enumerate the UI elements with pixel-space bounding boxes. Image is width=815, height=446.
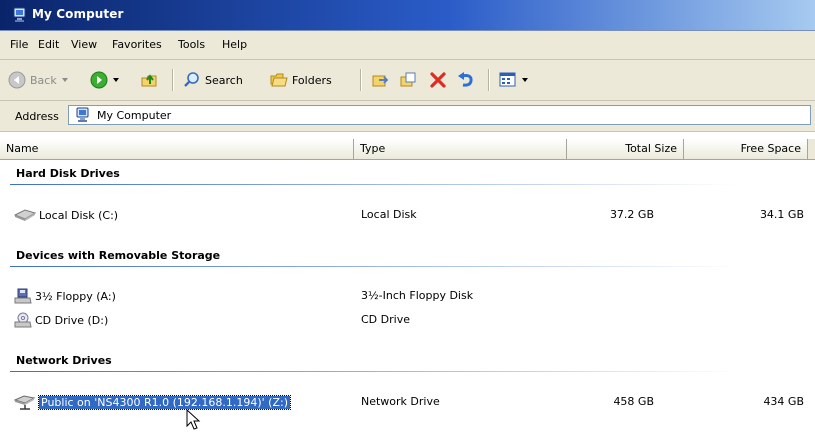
undo-icon <box>458 72 473 87</box>
menu-view[interactable]: View <box>71 38 97 51</box>
column-header-type[interactable]: Type <box>354 139 567 159</box>
column-header-free-space[interactable]: Free Space <box>684 139 808 159</box>
drive-name: Local Disk (C:) <box>39 208 119 222</box>
move-to-icon <box>372 75 389 87</box>
menu-help[interactable]: Help <box>222 38 247 51</box>
group-header-network-drives: Network Drives <box>16 354 112 367</box>
copy-to-button[interactable] <box>400 70 418 90</box>
drive-free-space: 34.1 GB <box>759 208 804 221</box>
drive-name: 3½ Floppy (A:) <box>35 289 116 303</box>
drive-type: 3½-Inch Floppy Disk <box>361 289 474 302</box>
forward-button[interactable] <box>90 70 120 90</box>
back-button[interactable]: Back <box>8 70 69 90</box>
hard-disk-icon <box>14 209 36 221</box>
back-arrow-icon <box>8 71 26 89</box>
drive-row-floppy[interactable]: 3½ Floppy (A:) 3½-Inch Floppy Disk <box>0 287 815 305</box>
drive-free-space: 434 GB <box>763 395 804 408</box>
window-title: My Computer <box>32 7 124 21</box>
my-computer-icon <box>76 107 89 122</box>
title-bar[interactable]: My Computer <box>0 0 815 31</box>
chevron-down-icon[interactable] <box>61 76 69 84</box>
search-icon <box>184 72 199 87</box>
up-folder-icon <box>141 74 157 87</box>
drive-name: CD Drive (D:) <box>35 313 109 327</box>
standard-toolbar: Back Search Folders <box>0 60 815 101</box>
undo-button[interactable] <box>457 70 475 90</box>
move-to-button[interactable] <box>371 70 389 90</box>
folders-button[interactable]: Folders <box>270 70 332 90</box>
drive-type: CD Drive <box>361 313 410 326</box>
views-button[interactable] <box>499 70 529 90</box>
cd-drive-icon <box>14 312 32 328</box>
drive-total-size: 37.2 GB <box>609 208 654 221</box>
drive-type: Network Drive <box>361 395 440 408</box>
chevron-down-icon[interactable] <box>112 76 120 84</box>
my-computer-icon <box>13 7 26 22</box>
menu-edit[interactable]: Edit <box>38 38 59 51</box>
group-divider <box>10 371 815 372</box>
column-headers: Name Type Total Size Free Space <box>0 139 815 160</box>
group-divider <box>10 184 815 185</box>
drive-total-size: 458 GB <box>613 395 654 408</box>
search-label: Search <box>205 73 243 87</box>
address-bar: Address My Computer <box>0 101 815 132</box>
drive-row-cd[interactable]: CD Drive (D:) CD Drive <box>0 311 815 329</box>
drive-row-network-public[interactable]: Public on 'NS4300 R1.0 (192.168.1.194)' … <box>0 393 815 411</box>
drive-list: Hard Disk Drives Local Disk (C:) Local D… <box>0 160 815 446</box>
back-label: Back <box>30 73 57 87</box>
copy-to-icon <box>400 72 416 87</box>
column-header-total-size[interactable]: Total Size <box>567 139 684 159</box>
views-icon <box>499 72 516 87</box>
group-divider <box>10 266 815 267</box>
menu-file[interactable]: File <box>10 38 28 51</box>
forward-arrow-icon <box>90 71 108 89</box>
group-header-hard-disk-drives: Hard Disk Drives <box>16 167 120 180</box>
network-drive-icon <box>14 395 36 410</box>
address-label: Address <box>15 110 59 123</box>
folders-label: Folders <box>292 73 332 87</box>
delete-button[interactable] <box>429 70 447 90</box>
menu-favorites[interactable]: Favorites <box>112 38 162 51</box>
up-folder-button[interactable] <box>140 70 158 90</box>
search-button[interactable]: Search <box>183 70 243 90</box>
column-header-name[interactable]: Name <box>0 139 354 159</box>
menu-tools[interactable]: Tools <box>178 38 205 51</box>
floppy-drive-icon <box>14 288 32 304</box>
delete-icon <box>430 72 446 88</box>
drive-name: Public on 'NS4300 R1.0 (192.168.1.194)' … <box>37 394 292 410</box>
menu-bar: File Edit View Favorites Tools Help <box>0 31 815 60</box>
drive-type: Local Disk <box>361 208 417 221</box>
group-header-removable-storage: Devices with Removable Storage <box>16 249 221 262</box>
address-input[interactable]: My Computer <box>68 105 811 125</box>
chevron-down-icon[interactable] <box>521 76 529 84</box>
my-computer-window: My Computer File Edit View Favorites Too… <box>0 0 815 446</box>
mouse-cursor-icon <box>186 409 201 430</box>
folders-icon <box>270 73 288 87</box>
drive-row-local-disk[interactable]: Local Disk (C:) Local Disk 37.2 GB 34.1 … <box>0 206 815 224</box>
address-value: My Computer <box>97 108 172 122</box>
